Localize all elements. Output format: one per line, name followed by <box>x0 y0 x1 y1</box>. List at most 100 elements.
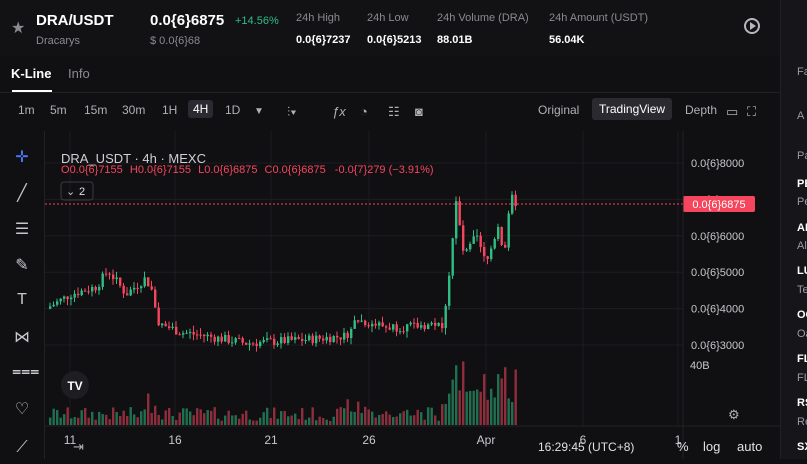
timeframe-4h[interactable]: 4H <box>188 100 214 118</box>
candle-body <box>105 273 108 275</box>
pattern-icon[interactable]: ⋈ <box>12 327 32 347</box>
trendline-icon[interactable]: ╱ <box>12 183 32 203</box>
candle-body <box>388 327 391 330</box>
right-panel-item[interactable]: FL <box>797 353 807 365</box>
volume-bar <box>395 416 398 425</box>
favorite-star-icon[interactable]: ★ <box>11 18 25 38</box>
timeframe-1d[interactable]: 1D <box>225 103 240 117</box>
right-panel-item[interactable]: AI <box>797 222 807 234</box>
view-depth[interactable]: Depth <box>685 103 717 117</box>
price-tick-label: 0.0{6}3000 <box>691 340 744 352</box>
candle-body <box>413 322 416 324</box>
candle-body <box>504 244 507 248</box>
price-tick-label: 0.0{6}5000 <box>691 267 744 279</box>
volume-bar <box>234 415 237 425</box>
candle-body <box>472 236 475 244</box>
volume-bar <box>168 407 171 425</box>
candle-body <box>350 328 353 338</box>
token-name: Dracarys <box>36 35 81 47</box>
candle-type-icon[interactable]: ⫶▾ <box>287 104 297 120</box>
price-chart[interactable]: 0.0{6}80000.0{6}70000.0{6}60000.0{6}5000… <box>45 131 780 459</box>
crosshair-icon[interactable]: ✛ <box>12 147 32 167</box>
fullscreen-icon[interactable]: ⛶ <box>747 104 756 120</box>
stat-low-label: 24h Low <box>367 12 409 24</box>
ohlc-h: 0.0{6}7155 <box>138 164 191 176</box>
play-icon[interactable] <box>744 18 760 34</box>
volume-bar <box>199 409 202 425</box>
ruler-icon[interactable]: ⟋ <box>12 439 32 457</box>
last-price: 0.0{6}6875 <box>150 12 225 29</box>
timeframe-1m[interactable]: 1m <box>18 103 35 117</box>
view-original[interactable]: Original <box>538 103 579 117</box>
log-scale-toggle[interactable]: log <box>703 439 720 454</box>
candle-body <box>325 336 328 341</box>
candle-body <box>189 332 192 334</box>
candle-body <box>364 320 367 326</box>
date-range-icon[interactable]: ⇥ <box>73 439 84 454</box>
tradingview-logo-icon[interactable]: TV <box>61 371 89 399</box>
measure-icon[interactable]: ⩶ <box>12 363 39 381</box>
text-tool-icon[interactable]: T <box>12 291 32 309</box>
favorites-heart-icon[interactable]: ♡ <box>12 399 32 419</box>
ohlc-c-label: C <box>265 164 273 176</box>
auto-scale-toggle[interactable]: auto <box>737 439 762 454</box>
candle-body <box>66 296 69 300</box>
volume-bar <box>367 409 370 425</box>
candle-body <box>73 293 76 298</box>
timeframe-dropdown-icon[interactable]: ▼ <box>254 106 264 117</box>
candle-body <box>231 342 234 344</box>
timeframe-15m[interactable]: 15m <box>84 103 107 117</box>
fib-levels-icon[interactable]: ☰ <box>12 219 32 239</box>
right-panel-item[interactable]: OG <box>797 309 807 321</box>
volume-bar <box>122 410 125 425</box>
candle-body <box>192 332 195 335</box>
volume-bar <box>192 415 195 425</box>
chart-toolbar: 1m 5m 15m 30m 1H 4H 1D ▼ ⫶▾ ƒx ◔ ☷ ◙ Ori… <box>0 97 780 127</box>
candle-body <box>157 307 160 326</box>
volume-bar <box>126 415 129 425</box>
layout-toggle-icon[interactable]: ▭ <box>726 104 738 120</box>
chart-settings-icon[interactable]: ◔ <box>360 104 368 119</box>
candle-body <box>98 286 101 291</box>
candle-body <box>469 243 472 250</box>
right-panel-item[interactable]: SX <box>797 441 807 453</box>
volume-bar <box>164 410 167 425</box>
right-panel-item[interactable]: RS <box>797 397 807 409</box>
indicators-icon[interactable]: ƒx <box>332 104 346 119</box>
candle-body <box>49 306 52 309</box>
ohlc-change: -0.0{7}279 (−3.91%) <box>335 164 434 176</box>
percent-scale-toggle[interactable]: % <box>677 439 689 454</box>
brush-icon[interactable]: ✎ <box>12 255 32 275</box>
candle-body <box>318 335 321 339</box>
candle-body <box>276 343 279 345</box>
candle-body <box>175 326 178 335</box>
candle-body <box>409 322 412 325</box>
autoscale-gear-icon[interactable]: ⚙ <box>728 407 740 422</box>
timeframe-1h[interactable]: 1H <box>162 103 177 117</box>
candle-body <box>59 298 62 302</box>
layout-icon[interactable]: ☷ <box>388 104 400 120</box>
timeframe-5m[interactable]: 5m <box>50 103 67 117</box>
candle-body <box>56 301 59 305</box>
right-panel-item[interactable]: A <box>797 110 804 122</box>
timeframe-30m[interactable]: 30m <box>122 103 145 117</box>
candle-body <box>423 325 426 330</box>
view-tradingview[interactable]: TradingView <box>592 98 673 120</box>
right-panel-item[interactable]: PE <box>797 178 807 190</box>
screenshot-icon[interactable]: ◙ <box>415 104 423 119</box>
right-panel-item[interactable]: Fa <box>797 66 807 78</box>
tab-kline[interactable]: K-Line <box>11 66 51 81</box>
candle-body <box>406 324 409 332</box>
right-panel-item[interactable]: LU <box>797 265 807 277</box>
candle-body <box>234 338 237 343</box>
volume-bar <box>87 417 90 425</box>
tab-info[interactable]: Info <box>68 66 90 81</box>
candle-body <box>402 331 405 333</box>
chart-area[interactable]: 0.0{6}80000.0{6}70000.0{6}60000.0{6}5000… <box>45 131 780 459</box>
candle-body <box>119 277 122 286</box>
volume-bar <box>66 407 69 425</box>
volume-bar <box>315 420 318 425</box>
pair-symbol: DRA/USDT <box>36 12 114 29</box>
ohlc-o: 0.0{6}7155 <box>70 164 123 176</box>
volume-bar <box>150 412 153 425</box>
